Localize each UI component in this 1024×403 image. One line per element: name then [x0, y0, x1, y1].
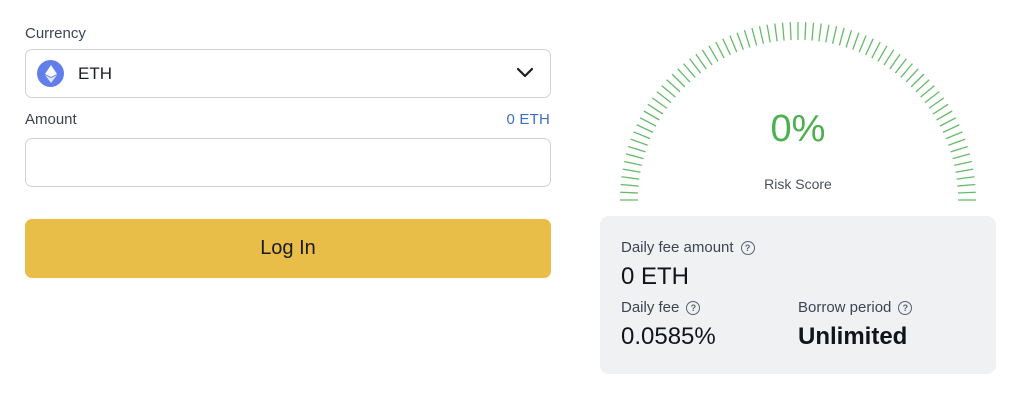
- gauge-tick: [905, 68, 919, 83]
- gauge-tick: [811, 22, 815, 41]
- gauge-tick: [677, 68, 691, 83]
- gauge-tick: [954, 160, 972, 167]
- gauge-tick: [910, 73, 925, 88]
- gauge-tick: [729, 35, 738, 53]
- gauge-tick: [766, 24, 771, 43]
- help-icon[interactable]: ?: [898, 300, 913, 315]
- gauge-tick: [924, 91, 940, 104]
- gauge-tick: [751, 27, 758, 46]
- chevron-down-icon: [516, 67, 534, 78]
- gauge-tick: [743, 30, 751, 48]
- gauge-tick: [666, 79, 681, 93]
- help-icon[interactable]: ?: [686, 300, 701, 315]
- gauge-tick: [845, 30, 853, 48]
- gauge-tick: [789, 22, 792, 41]
- balance-link[interactable]: 0 ETH: [506, 111, 550, 128]
- daily-fee-amount-label: Daily fee amount ?: [621, 239, 755, 256]
- gauge-tick: [900, 63, 913, 78]
- gauge-tick: [865, 38, 874, 56]
- gauge-tick: [656, 91, 672, 104]
- gauge-tick: [825, 24, 830, 43]
- daily-fee-amount-value: 0 ETH: [621, 263, 690, 290]
- gauge-tick: [894, 58, 907, 74]
- gauge-tick: [624, 160, 642, 167]
- gauge-tick: [683, 63, 696, 78]
- amount-label: Amount: [25, 111, 77, 128]
- gauge-tick: [871, 41, 881, 59]
- gauge-tick: [955, 168, 974, 173]
- gauge-tick: [858, 35, 867, 53]
- currency-select-value: ETH: [78, 63, 112, 83]
- gauge-tick: [701, 49, 713, 66]
- gauge-tick: [952, 153, 971, 160]
- gauge-tick: [736, 32, 744, 50]
- help-icon[interactable]: ?: [740, 240, 755, 255]
- gauge-tick: [928, 97, 945, 109]
- gauge-tick: [695, 53, 707, 70]
- gauge-tick: [920, 85, 935, 98]
- gauge-tick: [708, 45, 719, 62]
- gauge-tick: [689, 58, 702, 74]
- gauge-tick: [818, 23, 822, 42]
- gauge-tick: [622, 168, 641, 173]
- gauge-tick: [883, 49, 895, 66]
- gauge-tick: [625, 153, 644, 160]
- gauge-tick: [671, 73, 686, 88]
- gauge-tick: [831, 26, 838, 44]
- gauge-tick: [852, 32, 860, 50]
- gauge-tick: [915, 79, 930, 93]
- fee-summary-card: Daily fee amount ? 0 ETH Daily fee ? 0.0…: [600, 216, 996, 374]
- daily-fee-label-text: Daily fee: [621, 299, 680, 316]
- ethereum-icon: [37, 60, 64, 87]
- daily-fee-amount-label-text: Daily fee amount: [621, 239, 734, 256]
- risk-score-caption: Risk Score: [764, 176, 832, 192]
- gauge-tick: [838, 27, 845, 46]
- gauge-tick: [877, 45, 888, 62]
- borrow-period-label: Borrow period ?: [798, 299, 913, 316]
- gauge-tick: [781, 22, 785, 41]
- gauge-tick: [957, 191, 976, 194]
- daily-fee-value: 0.0585%: [621, 323, 716, 350]
- gauge-tick: [715, 41, 725, 59]
- risk-score-value: 0%: [770, 108, 826, 150]
- gauge-tick: [889, 53, 901, 70]
- amount-input[interactable]: [25, 138, 551, 187]
- gauge-tick: [661, 85, 676, 98]
- gauge-tick: [758, 26, 765, 44]
- gauge-tick: [774, 23, 778, 42]
- gauge-tick: [722, 38, 731, 56]
- login-button[interactable]: Log In: [25, 219, 551, 278]
- gauge-tick: [651, 97, 668, 109]
- currency-select[interactable]: ETH: [25, 49, 551, 98]
- daily-fee-label: Daily fee ?: [621, 299, 701, 316]
- gauge-tick: [620, 191, 639, 194]
- borrow-period-label-text: Borrow period: [798, 299, 892, 316]
- currency-label: Currency: [25, 25, 86, 42]
- borrow-period-value: Unlimited: [798, 323, 908, 350]
- gauge-tick: [804, 22, 807, 41]
- loan-widget: Currency ETH Amount 0 ETH Log In 0% Risk…: [0, 0, 1024, 403]
